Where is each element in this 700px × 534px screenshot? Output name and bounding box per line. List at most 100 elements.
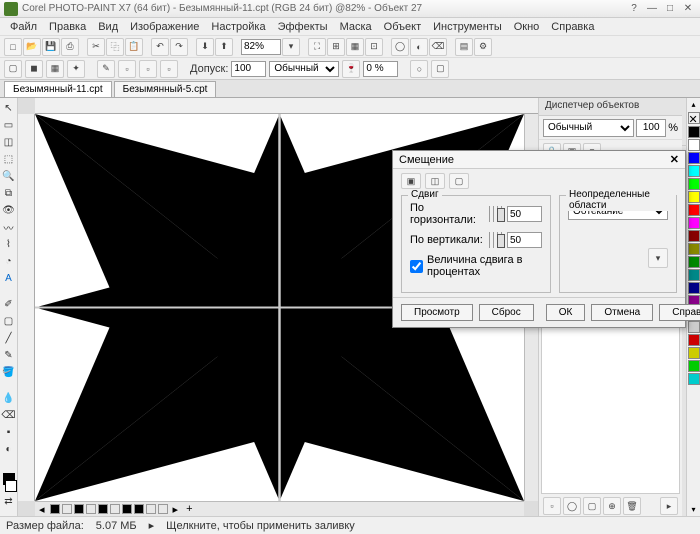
- new-button[interactable]: □: [4, 38, 22, 56]
- mask-rect-tool[interactable]: ▭: [1, 117, 17, 133]
- color-swatch[interactable]: [688, 139, 700, 151]
- color-swatch[interactable]: [688, 204, 700, 216]
- effect-tool[interactable]: ◔: [1, 253, 17, 269]
- tab-doc-2[interactable]: Безымянный-5.cpt: [114, 81, 217, 97]
- frame-indicator[interactable]: [134, 504, 144, 514]
- preview-button[interactable]: Просмотр: [401, 304, 473, 321]
- crop-tool[interactable]: ⬚: [1, 151, 17, 167]
- cancel-button[interactable]: Отмена: [591, 304, 653, 321]
- frame-indicator[interactable]: [62, 504, 72, 514]
- remove-mask-button[interactable]: ⌫: [429, 38, 447, 56]
- ruler-vertical[interactable]: [18, 114, 35, 501]
- swatch-none[interactable]: ✕: [688, 112, 700, 124]
- menu-edit[interactable]: Правка: [43, 19, 92, 35]
- eyedropper-tool[interactable]: 💧: [1, 390, 17, 406]
- rect-tool[interactable]: ▢: [1, 313, 17, 329]
- mask-button[interactable]: ◯: [391, 38, 409, 56]
- frame-indicator[interactable]: [50, 504, 60, 514]
- combine-button[interactable]: ⊕: [603, 497, 621, 515]
- color-swatch[interactable]: [688, 334, 700, 346]
- minimize-button[interactable]: —: [644, 3, 660, 15]
- frame-indicator[interactable]: [110, 504, 120, 514]
- open-button[interactable]: 📂: [23, 38, 41, 56]
- dialog-close-icon[interactable]: ✕: [670, 153, 679, 166]
- dlg-preview-result-icon[interactable]: ▢: [449, 173, 469, 189]
- color-swatch-button[interactable]: ▾: [648, 248, 668, 268]
- frame-indicator[interactable]: [146, 504, 156, 514]
- menu-help[interactable]: Справка: [545, 19, 600, 35]
- edit-fill-button[interactable]: ✎: [97, 60, 115, 78]
- menu-window[interactable]: Окно: [508, 19, 546, 35]
- percent-checkbox[interactable]: [410, 260, 423, 273]
- text-tool[interactable]: A: [1, 270, 17, 286]
- color-swatch[interactable]: [688, 165, 700, 177]
- eraser-tool[interactable]: ⌫: [1, 407, 17, 423]
- line-tool[interactable]: ╱: [1, 330, 17, 346]
- color-swatch[interactable]: [688, 360, 700, 372]
- paste-button[interactable]: 📋: [125, 38, 143, 56]
- fill-star-button[interactable]: ✦: [67, 60, 85, 78]
- options-button[interactable]: ⚙: [474, 38, 492, 56]
- menu-adjust[interactable]: Настройка: [205, 19, 271, 35]
- transparency-tool[interactable]: ◐: [1, 441, 17, 457]
- maximize-button[interactable]: □: [662, 3, 678, 15]
- fill-tool[interactable]: 🪣: [1, 364, 17, 380]
- layer-opacity-input[interactable]: [636, 119, 666, 137]
- save-button[interactable]: 💾: [42, 38, 60, 56]
- antialias-button[interactable]: ○: [410, 60, 428, 78]
- paint-tool[interactable]: ✐: [1, 296, 17, 312]
- frame-indicator[interactable]: [74, 504, 84, 514]
- mode-select[interactable]: Обычный: [269, 61, 339, 77]
- touch-tool[interactable]: 〰: [1, 219, 17, 235]
- color-swatch[interactable]: [688, 373, 700, 385]
- new-mask-button[interactable]: ▢: [583, 497, 601, 515]
- blend-mode-select[interactable]: Обычный: [543, 119, 634, 137]
- horizontal-slider[interactable]: [489, 206, 503, 222]
- cut-button[interactable]: ✂: [87, 38, 105, 56]
- dialog-titlebar[interactable]: Смещение ✕: [393, 151, 685, 169]
- transparency-icon[interactable]: 🍷: [342, 60, 360, 78]
- import-button[interactable]: ⬇: [196, 38, 214, 56]
- color-swatch[interactable]: [688, 243, 700, 255]
- help-icon[interactable]: ?: [626, 3, 642, 15]
- color-swatch[interactable]: [688, 282, 700, 294]
- zoom-dropdown[interactable]: ▾: [282, 38, 300, 56]
- prop-btn-b[interactable]: ▫: [139, 60, 157, 78]
- help-button[interactable]: Справка: [659, 304, 700, 321]
- prop-btn-d[interactable]: ▢: [431, 60, 449, 78]
- color-swatch[interactable]: [688, 256, 700, 268]
- new-layer-button[interactable]: ▫: [543, 497, 561, 515]
- export-button[interactable]: ⬆: [215, 38, 233, 56]
- reset-button[interactable]: Сброс: [479, 304, 534, 321]
- menu-object[interactable]: Объект: [378, 19, 427, 35]
- launchers-button[interactable]: ▤: [455, 38, 473, 56]
- menu-mask[interactable]: Маска: [334, 19, 378, 35]
- fill-fountain-button[interactable]: ◼: [25, 60, 43, 78]
- vertical-input[interactable]: [507, 232, 542, 248]
- zoom-tool[interactable]: 🔍: [1, 168, 17, 184]
- frame-indicator[interactable]: [98, 504, 108, 514]
- prop-btn-c[interactable]: ▫: [160, 60, 178, 78]
- palette-up-icon[interactable]: ▴: [687, 98, 700, 111]
- color-swatch[interactable]: [688, 217, 700, 229]
- ok-button[interactable]: ОК: [546, 304, 586, 321]
- undo-button[interactable]: ↶: [151, 38, 169, 56]
- horizontal-input[interactable]: [507, 206, 542, 222]
- redo-button[interactable]: ↷: [170, 38, 188, 56]
- color-swatch[interactable]: [688, 269, 700, 281]
- frame-indicator[interactable]: [122, 504, 132, 514]
- vertical-slider[interactable]: [489, 232, 503, 248]
- color-swatch[interactable]: [688, 191, 700, 203]
- shadow-tool[interactable]: ▪: [1, 424, 17, 440]
- color-swatch[interactable]: [688, 178, 700, 190]
- fill-pattern-button[interactable]: ▦: [46, 60, 64, 78]
- dlg-preview-split-icon[interactable]: ◫: [425, 173, 445, 189]
- close-button[interactable]: ✕: [680, 3, 696, 15]
- palette-down-icon[interactable]: ▾: [687, 503, 700, 516]
- color-swatch[interactable]: [688, 347, 700, 359]
- new-lens-button[interactable]: ◯: [563, 497, 581, 515]
- print-button[interactable]: ⎙: [61, 38, 79, 56]
- guidelines-button[interactable]: ⊡: [365, 38, 383, 56]
- scrollbar-horizontal[interactable]: ◂ ▸ +: [35, 501, 524, 516]
- background-color[interactable]: [5, 480, 17, 492]
